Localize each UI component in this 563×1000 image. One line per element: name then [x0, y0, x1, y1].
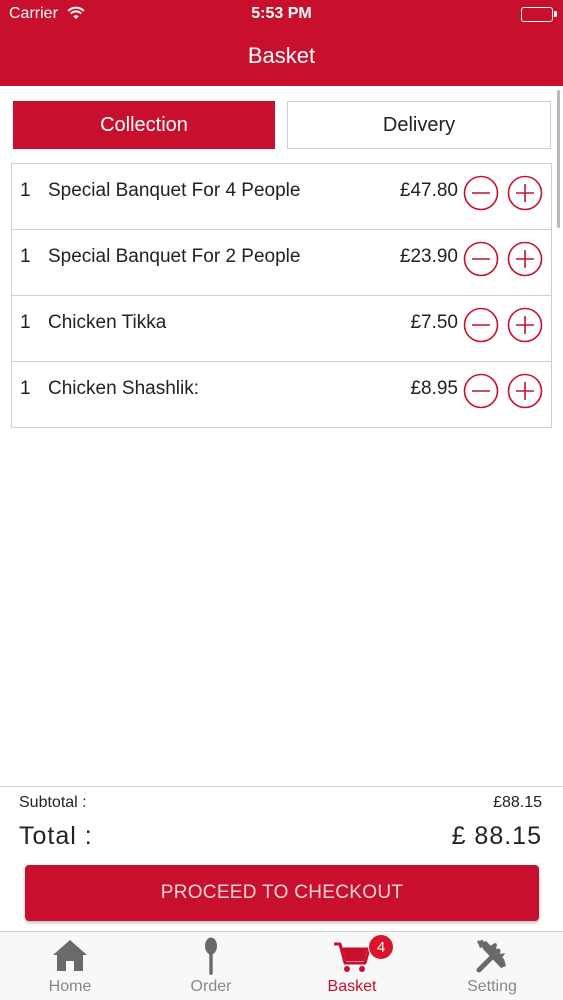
page-title: Basket	[247, 43, 316, 68]
navigation-bar: Basket	[0, 30, 563, 86]
spoon-icon	[201, 937, 221, 982]
status-bar: Carrier 5:53 PM	[0, 0, 563, 30]
minus-circle-icon	[463, 307, 499, 343]
order-mode-selector: Collection Delivery	[13, 101, 551, 149]
basket-item: 1 Special Banquet For 4 People £47.80	[12, 164, 551, 230]
item-price: £8.95	[410, 378, 458, 399]
subtotal-value: £88.15	[493, 794, 542, 811]
tab-label: Order	[190, 978, 232, 995]
increase-quantity-button[interactable]	[507, 373, 543, 409]
decrease-quantity-button[interactable]	[463, 175, 499, 211]
item-quantity: 1	[20, 180, 31, 201]
basket-item: 1 Chicken Tikka £7.50	[12, 296, 551, 362]
decrease-quantity-button[interactable]	[463, 373, 499, 409]
item-price: £47.80	[399, 180, 458, 201]
item-quantity: 1	[20, 378, 31, 399]
cart-icon	[332, 937, 372, 980]
tab-label: Home	[48, 978, 92, 995]
basket-item: 1 Chicken Shashlik: £8.95	[12, 362, 551, 428]
basket-item-list: 1 Special Banquet For 4 People £47.80 1 …	[11, 163, 552, 428]
proceed-to-checkout-button[interactable]: PROCEED TO CHECKOUT	[25, 865, 539, 921]
minus-circle-icon	[463, 241, 499, 277]
item-name: Special Banquet For 2 People	[48, 246, 301, 267]
minus-circle-icon	[463, 175, 499, 211]
plus-circle-icon	[507, 175, 543, 211]
item-name: Chicken Tikka	[48, 312, 167, 333]
tab-label: Basket	[327, 978, 377, 995]
battery-icon	[521, 7, 557, 22]
delivery-tab[interactable]: Delivery	[287, 101, 551, 149]
clock: 5:53 PM	[251, 5, 312, 22]
increase-quantity-button[interactable]	[507, 241, 543, 277]
total-label: Total :	[19, 822, 93, 850]
tab-setting[interactable]: Setting	[422, 932, 562, 1000]
item-price: £23.90	[399, 246, 458, 267]
tab-basket[interactable]: 4 Basket	[282, 932, 422, 1000]
total-value: £ 88.15	[451, 822, 542, 850]
tab-order[interactable]: Order	[141, 932, 281, 1000]
basket-count-badge: 4	[368, 934, 394, 960]
minus-circle-icon	[463, 373, 499, 409]
decrease-quantity-button[interactable]	[463, 307, 499, 343]
plus-circle-icon	[507, 373, 543, 409]
tab-home[interactable]: Home	[0, 932, 140, 1000]
increase-quantity-button[interactable]	[507, 307, 543, 343]
subtotal-label: Subtotal :	[19, 794, 87, 811]
increase-quantity-button[interactable]	[507, 175, 543, 211]
collection-tab[interactable]: Collection	[13, 101, 275, 149]
basket-item: 1 Special Banquet For 2 People £23.90	[12, 230, 551, 296]
decrease-quantity-button[interactable]	[463, 241, 499, 277]
scrollbar[interactable]	[557, 90, 560, 228]
order-summary: Subtotal : £88.15 Total : £ 88.15 PROCEE…	[0, 786, 563, 931]
tools-icon	[473, 937, 511, 980]
tab-label: Setting	[467, 978, 517, 995]
home-icon	[51, 937, 89, 978]
item-price: £7.50	[410, 312, 458, 333]
item-name: Special Banquet For 4 People	[48, 180, 301, 201]
item-quantity: 1	[20, 246, 31, 267]
plus-circle-icon	[507, 241, 543, 277]
bottom-tab-bar: Home Order 4 Basket Setting	[0, 931, 563, 1000]
item-quantity: 1	[20, 312, 31, 333]
item-name: Chicken Shashlik:	[48, 378, 200, 399]
plus-circle-icon	[507, 307, 543, 343]
